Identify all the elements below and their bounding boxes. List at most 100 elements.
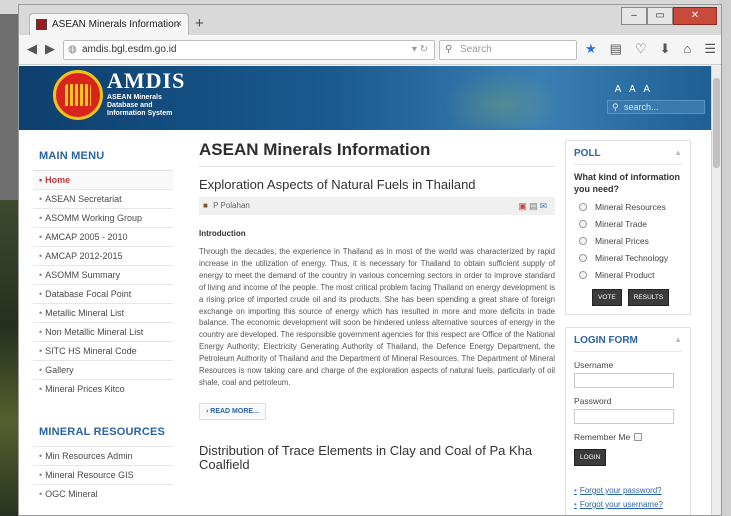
menu-item-amcap-2005[interactable]: • AMCAP 2005 - 2010 (33, 227, 173, 246)
search-icon: ⚲ (445, 44, 453, 55)
main-menu: • Home • ASEAN Secretariat • ASOMM Working … (33, 170, 173, 398)
scrollbar-thumb[interactable] (713, 78, 720, 168)
browser-search-input[interactable]: ⚲ Search (439, 40, 577, 60)
login-button[interactable]: LOGIN (574, 449, 607, 466)
site-search-input[interactable]: ⚲ search... (607, 100, 705, 114)
menu-icon[interactable]: ☰ (704, 41, 716, 57)
poll-question: What kind of information you need? (574, 172, 680, 194)
menu-item-min-resources-admin[interactable]: • Min Resources Admin (33, 446, 173, 465)
browser-search-placeholder: Search (460, 44, 492, 55)
menu-item-mineral-resource-gis[interactable]: • Mineral Resource GIS (33, 465, 173, 484)
vertical-scrollbar[interactable] (711, 66, 721, 515)
menu-item-sitc-hs-mineral-code[interactable]: • SITC HS Mineral Code (33, 341, 173, 360)
mineral-resources-title: MINERAL RESOURCES (39, 426, 166, 438)
tab-strip: ASEAN Minerals Information × + – ▭ ✕ (19, 5, 721, 35)
page-viewport: AMDIS ASEAN Minerals Database and Inform… (19, 66, 713, 515)
poll-option[interactable]: Mineral Resources (574, 202, 682, 212)
forgot-password-link[interactable]: • Forgot your password? (574, 486, 682, 495)
brand-subtitle-1: ASEAN Minerals (107, 94, 162, 101)
globe-icon: ◍ (68, 44, 77, 55)
radio-button[interactable] (579, 254, 587, 262)
reload-icon[interactable]: ▾ ↻ (412, 41, 428, 59)
menu-item-amcap-2012[interactable]: • AMCAP 2012-2015 (33, 246, 173, 265)
menu-item-mineral-prices-kitco[interactable]: • Mineral Prices Kitco (33, 379, 173, 398)
menu-item-non-metallic-mineral-list[interactable]: • Non Metallic Mineral List (33, 322, 173, 341)
collapse-icon[interactable]: ▲ (674, 148, 682, 157)
font-size-switcher[interactable]: A A A (615, 84, 653, 95)
toolbar-icons: ★ ▤ ♡ ⬇ ⌂ ☰ (585, 41, 716, 57)
site-search-placeholder: search... (624, 102, 659, 112)
new-tab-button[interactable]: + (195, 15, 204, 32)
bookmarks-list-icon[interactable]: ▤ (610, 41, 622, 57)
results-button[interactable]: RESULTS (627, 289, 670, 306)
article-author: P Polahan (213, 201, 250, 210)
remember-me-checkbox[interactable] (634, 433, 643, 441)
print-icon[interactable]: ▤ (529, 201, 540, 211)
right-sidebar: POLL ▲ What kind of information you need?… (565, 140, 691, 515)
menu-item-database-focal-point[interactable]: • Database Focal Point (33, 284, 173, 303)
poll-box: POLL ▲ What kind of information you need?… (565, 140, 691, 315)
home-icon[interactable]: ⌂ (684, 41, 692, 57)
back-icon[interactable]: ◀ (27, 41, 37, 57)
brand-subtitle-3: Information System (107, 110, 173, 117)
url-text: amdis.bgl.esdm.go.id (82, 44, 177, 55)
main-menu-title: MAIN MENU (39, 150, 105, 162)
menu-item-asean-secretariat[interactable]: • ASEAN Secretariat (33, 189, 173, 208)
remember-me: Remember Me (574, 432, 682, 442)
download-icon[interactable]: ⬇ (660, 41, 671, 57)
site-favicon-icon (36, 19, 47, 30)
article-body: Through the decades, the experience in T… (199, 247, 555, 387)
vote-button[interactable]: VOTE (592, 289, 622, 306)
menu-item-home[interactable]: • Home (33, 170, 173, 189)
site-brand: AMDIS ASEAN Minerals Database and Inform… (107, 68, 185, 118)
menu-item-asomm-working-group[interactable]: • ASOMM Working Group (33, 208, 173, 227)
forgot-username-link[interactable]: • Forgot your username? (574, 500, 682, 509)
username-field[interactable] (574, 373, 674, 388)
collapse-icon[interactable]: ▲ (674, 335, 682, 344)
article-title-2[interactable]: Distribution of Trace Elements in Clay a… (199, 443, 555, 472)
navigation-toolbar: ◀ ▶ ◍ amdis.bgl.esdm.go.id ▾ ↻ ⚲ Search … (19, 35, 721, 65)
article-actions: ▣▤✉ (518, 197, 549, 215)
read-more-button[interactable]: › READ MORE... (199, 402, 266, 420)
email-icon[interactable]: ✉ (539, 201, 549, 211)
pocket-icon[interactable]: ♡ (635, 41, 647, 57)
menu-item-metallic-mineral-list[interactable]: • Metallic Mineral List (33, 303, 173, 322)
login-title: LOGIN FORM ▲ (574, 328, 682, 352)
password-label: Password (574, 396, 612, 406)
poll-buttons: VOTE RESULTS (592, 289, 682, 306)
password-field[interactable] (574, 409, 674, 424)
asean-logo[interactable] (53, 70, 103, 120)
poll-option[interactable]: Mineral Prices (574, 236, 682, 246)
maximize-button[interactable]: ▭ (647, 7, 673, 25)
radio-button[interactable] (579, 220, 587, 228)
tab-close-icon[interactable]: × (176, 18, 182, 30)
poll-option[interactable]: Mineral Technology (574, 253, 682, 263)
menu-item-asomm-summary[interactable]: • ASOMM Summary (33, 265, 173, 284)
article-title[interactable]: Exploration Aspects of Natural Fuels in … (199, 177, 555, 192)
radio-button[interactable] (579, 203, 587, 211)
minimize-button[interactable]: – (621, 7, 647, 25)
tab-title: ASEAN Minerals Information (52, 19, 180, 30)
radio-button[interactable] (579, 271, 587, 279)
brand-name: AMDIS (107, 68, 186, 93)
menu-item-gallery[interactable]: • Gallery (33, 360, 173, 379)
poll-title: POLL ▲ (574, 141, 682, 165)
menu-item-ogc-mineral[interactable]: • OGC Mineral (33, 484, 173, 503)
poll-option[interactable]: Mineral Trade (574, 219, 682, 229)
forward-icon[interactable]: ▶ (45, 41, 55, 57)
article-intro-heading: Introduction (199, 229, 246, 238)
browser-window: ASEAN Minerals Information × + – ▭ ✕ ◀ ▶… (18, 4, 722, 516)
close-window-button[interactable]: ✕ (673, 7, 717, 25)
radio-button[interactable] (579, 237, 587, 245)
address-bar[interactable]: ◍ amdis.bgl.esdm.go.id ▾ ↻ (63, 40, 435, 60)
main-content: ASEAN Minerals Information Exploration A… (199, 140, 555, 472)
left-sidebar: MAIN MENU • Home • ASEAN Secretariat • ASOM… (33, 140, 173, 503)
page-title: ASEAN Minerals Information (199, 140, 555, 167)
pdf-icon[interactable]: ▣ (518, 201, 529, 211)
login-box: LOGIN FORM ▲ Username Password Remember M… (565, 327, 691, 515)
browser-tab[interactable]: ASEAN Minerals Information × (29, 13, 189, 35)
poll-option[interactable]: Mineral Product (574, 270, 682, 280)
author-icon: ■ (203, 201, 208, 210)
brand-subtitle-2: Database and (107, 102, 153, 109)
bookmark-star-icon[interactable]: ★ (585, 41, 597, 57)
